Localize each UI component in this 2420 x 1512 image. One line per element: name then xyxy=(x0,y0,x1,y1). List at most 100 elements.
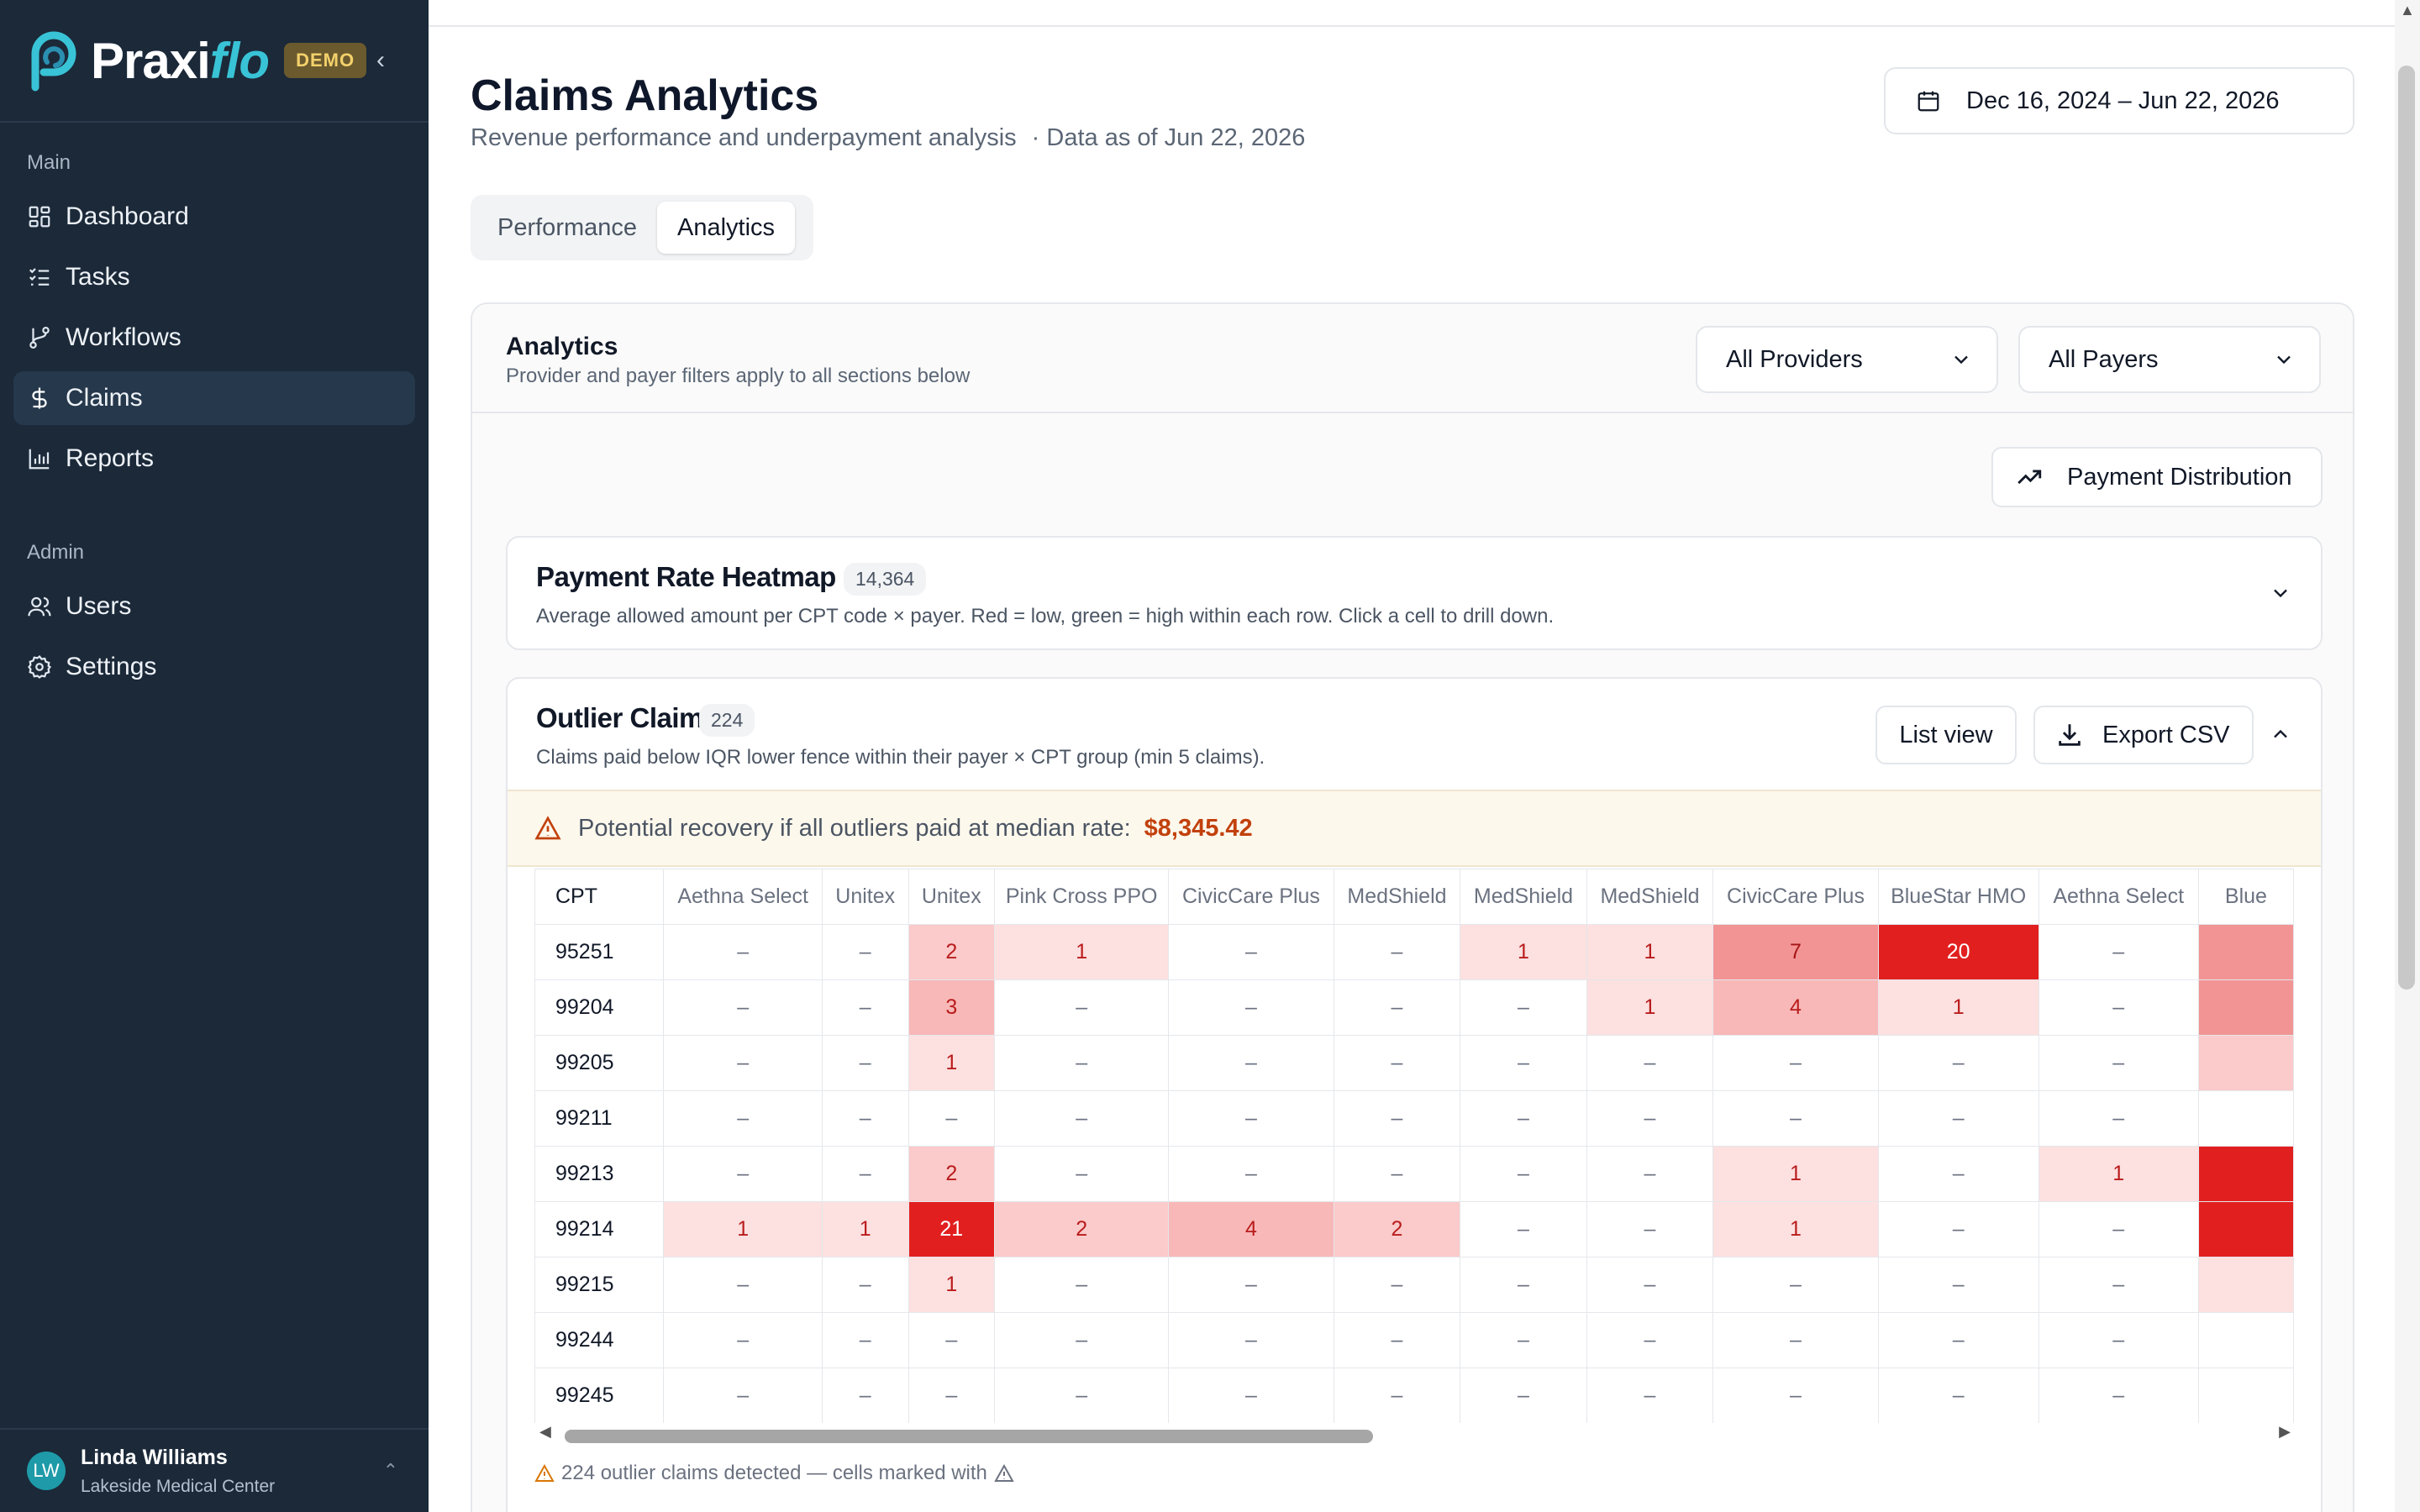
outlier-count-cell[interactable]: – xyxy=(1460,1090,1587,1147)
outlier-count-cell[interactable]: – xyxy=(663,1312,823,1368)
date-range-picker[interactable]: Dec 16, 2024 – Jun 22, 2026 xyxy=(1884,67,2354,134)
outlier-count-cell[interactable]: 4 xyxy=(1712,979,1879,1036)
outlier-count-cell[interactable] xyxy=(2197,924,2294,980)
outlier-count-cell[interactable]: – xyxy=(821,979,909,1036)
outlier-count-cell[interactable]: – xyxy=(1333,1035,1461,1091)
outlier-count-cell[interactable]: – xyxy=(994,1257,1170,1313)
outlier-count-cell[interactable]: – xyxy=(1168,1312,1334,1368)
outlier-count-cell[interactable]: – xyxy=(1460,1035,1587,1091)
outlier-count-cell[interactable]: – xyxy=(663,1257,823,1313)
outlier-count-cell[interactable]: – xyxy=(1168,979,1334,1036)
list-view-button[interactable]: List view xyxy=(1876,706,2017,764)
outlier-count-cell[interactable]: – xyxy=(1333,1368,1461,1423)
chevron-down-icon[interactable] xyxy=(2269,581,2292,605)
outlier-count-cell[interactable]: – xyxy=(994,979,1170,1036)
outlier-count-cell[interactable]: – xyxy=(1168,1090,1334,1147)
outlier-count-cell[interactable]: – xyxy=(1586,1257,1714,1313)
outlier-count-cell[interactable]: 1 xyxy=(1877,979,2039,1036)
outlier-count-cell[interactable]: 1 xyxy=(1712,1146,1879,1202)
outlier-count-cell[interactable]: – xyxy=(1877,1035,2039,1091)
outlier-count-cell[interactable]: 1 xyxy=(908,1035,996,1091)
outlier-count-cell[interactable]: – xyxy=(1333,979,1461,1036)
outlier-count-cell[interactable]: – xyxy=(1460,1257,1587,1313)
page-scrollbar-thumb[interactable] xyxy=(2398,66,2415,990)
outlier-count-cell[interactable]: – xyxy=(821,1368,909,1423)
outlier-count-cell[interactable]: – xyxy=(1712,1090,1879,1147)
payer-select[interactable]: All Payers xyxy=(2018,326,2321,393)
outlier-count-cell[interactable]: – xyxy=(1168,1035,1334,1091)
sidebar-item-workflows[interactable]: Workflows xyxy=(13,311,415,365)
outlier-count-cell[interactable]: – xyxy=(1877,1312,2039,1368)
payment-distribution-button[interactable]: Payment Distribution xyxy=(1991,447,2323,507)
outlier-count-cell[interactable]: – xyxy=(994,1035,1170,1091)
outlier-count-cell[interactable]: 2 xyxy=(994,1201,1170,1257)
scroll-up-icon[interactable]: ▲ xyxy=(2400,2,2415,19)
outlier-count-cell[interactable]: – xyxy=(1877,1368,2039,1423)
outlier-count-cell[interactable]: – xyxy=(663,1146,823,1202)
outlier-count-cell[interactable]: – xyxy=(1877,1146,2039,1202)
outlier-count-cell[interactable]: – xyxy=(1460,1312,1587,1368)
outlier-count-cell[interactable]: 1 xyxy=(2038,1146,2199,1202)
outlier-count-cell[interactable]: – xyxy=(2038,924,2199,980)
outlier-count-cell[interactable]: – xyxy=(1586,1090,1714,1147)
outlier-count-cell[interactable]: 1 xyxy=(1586,924,1714,980)
outlier-count-cell[interactable]: – xyxy=(1460,1368,1587,1423)
outlier-count-cell[interactable]: – xyxy=(908,1090,996,1147)
outlier-count-cell[interactable]: – xyxy=(1460,1146,1587,1202)
sidebar-item-users[interactable]: Users xyxy=(13,580,415,633)
outlier-count-cell[interactable]: – xyxy=(2038,979,2199,1036)
outlier-count-cell[interactable]: – xyxy=(1712,1368,1879,1423)
outlier-count-cell[interactable]: 1 xyxy=(1586,979,1714,1036)
outlier-count-cell[interactable]: 1 xyxy=(908,1257,996,1313)
tab-analytics[interactable]: Analytics xyxy=(657,202,796,254)
outlier-count-cell[interactable]: – xyxy=(1586,1035,1714,1091)
user-menu[interactable]: LW Linda Williams Lakeside Medical Cente… xyxy=(0,1428,429,1512)
outlier-count-cell[interactable]: – xyxy=(663,1368,823,1423)
outlier-count-cell[interactable]: 7 xyxy=(1712,924,1879,980)
outlier-count-cell[interactable]: 1 xyxy=(1712,1201,1879,1257)
payment-rate-heatmap-section[interactable]: Payment Rate Heatmap 14,364 Average allo… xyxy=(506,536,2323,650)
sidebar-item-dashboard[interactable]: Dashboard xyxy=(13,190,415,244)
outlier-count-cell[interactable]: 2 xyxy=(908,924,996,980)
outlier-count-cell[interactable]: – xyxy=(994,1146,1170,1202)
outlier-count-cell[interactable]: – xyxy=(2038,1312,2199,1368)
sidebar-item-claims[interactable]: Claims xyxy=(13,371,415,425)
outlier-count-cell[interactable]: 20 xyxy=(1877,924,2039,980)
sidebar-item-settings[interactable]: Settings xyxy=(13,640,415,694)
outlier-count-cell[interactable]: 1 xyxy=(994,924,1170,980)
outlier-count-cell[interactable]: – xyxy=(1586,1146,1714,1202)
outlier-count-cell[interactable]: – xyxy=(908,1368,996,1423)
outlier-count-cell[interactable]: – xyxy=(2038,1035,2199,1091)
outlier-count-cell[interactable]: – xyxy=(994,1090,1170,1147)
outlier-count-cell[interactable]: – xyxy=(1333,1146,1461,1202)
collapse-sidebar-icon[interactable]: ‹ xyxy=(368,45,393,76)
outlier-count-cell[interactable]: – xyxy=(908,1312,996,1368)
outlier-count-cell[interactable]: – xyxy=(1168,924,1334,980)
outlier-count-cell[interactable] xyxy=(2197,979,2294,1036)
outlier-count-cell[interactable]: – xyxy=(821,1035,909,1091)
outlier-count-cell[interactable]: – xyxy=(1460,1201,1587,1257)
outlier-count-cell[interactable]: 2 xyxy=(1333,1201,1461,1257)
outlier-count-cell[interactable]: – xyxy=(1877,1090,2039,1147)
outlier-count-cell[interactable]: – xyxy=(1168,1257,1334,1313)
outlier-count-cell[interactable]: – xyxy=(1877,1257,2039,1313)
outlier-count-cell[interactable] xyxy=(2197,1146,2294,1202)
outlier-count-cell[interactable]: – xyxy=(663,924,823,980)
outlier-count-cell[interactable]: – xyxy=(663,1090,823,1147)
provider-select[interactable]: All Providers xyxy=(1696,326,1998,393)
outlier-count-cell[interactable]: – xyxy=(1712,1035,1879,1091)
outlier-count-cell[interactable]: – xyxy=(2038,1090,2199,1147)
outlier-count-cell[interactable]: – xyxy=(1712,1312,1879,1368)
outlier-count-cell[interactable]: 3 xyxy=(908,979,996,1036)
outlier-count-cell[interactable]: – xyxy=(1877,1201,2039,1257)
outlier-count-cell[interactable] xyxy=(2197,1201,2294,1257)
outlier-count-cell[interactable]: – xyxy=(1460,979,1587,1036)
outlier-count-cell[interactable]: – xyxy=(2038,1257,2199,1313)
table-scrollbar-thumb[interactable] xyxy=(565,1430,1373,1443)
export-csv-button[interactable]: Export CSV xyxy=(2033,706,2254,764)
outlier-count-cell[interactable]: – xyxy=(1333,1312,1461,1368)
sidebar-item-tasks[interactable]: Tasks xyxy=(13,250,415,304)
outlier-count-cell[interactable]: – xyxy=(821,1146,909,1202)
chevron-up-icon[interactable] xyxy=(2269,722,2292,746)
outlier-count-cell[interactable]: – xyxy=(1586,1201,1714,1257)
